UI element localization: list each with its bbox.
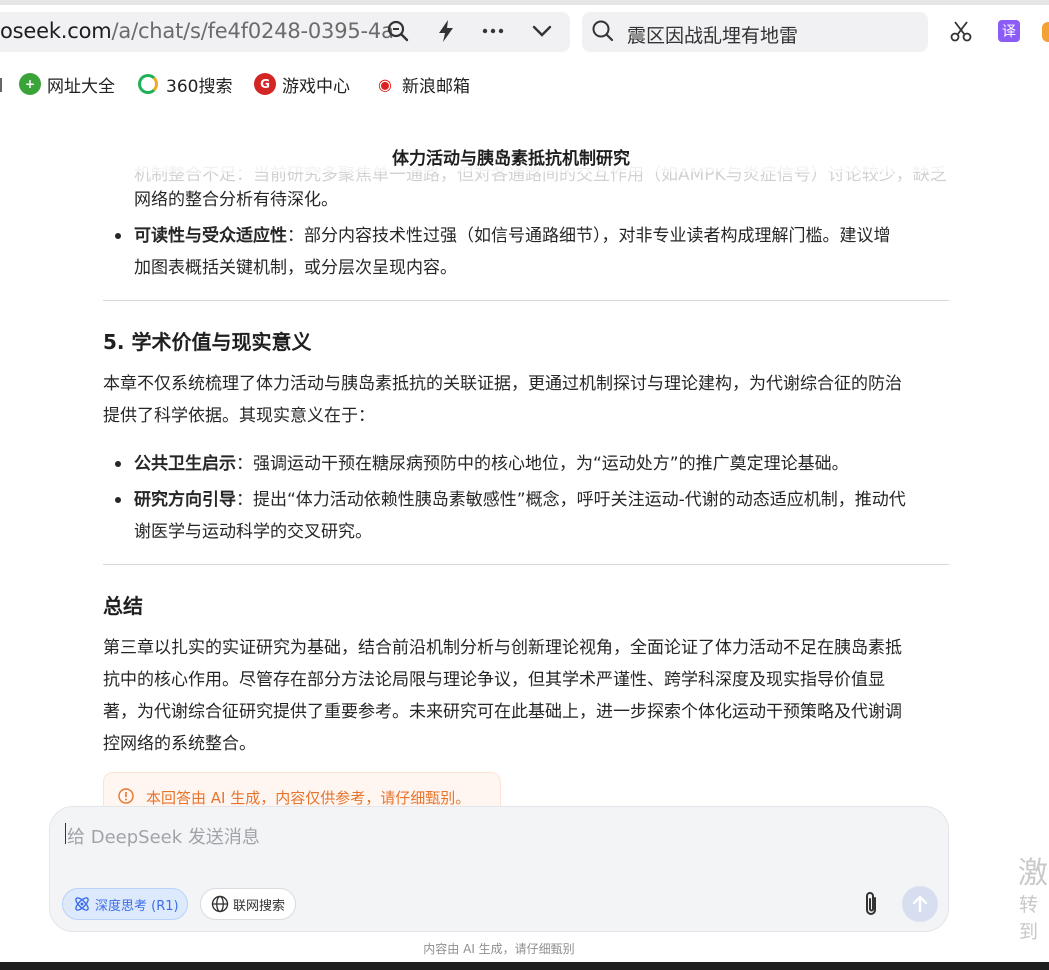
translate-icon[interactable]: 译 xyxy=(996,18,1022,44)
info-icon xyxy=(118,788,134,804)
list-item: 公共卫生启示：强调运动干预在糖尿病预防中的核心地位，为“运动处方”的推广奠定理论… xyxy=(134,448,849,480)
list-item-text: ：部分内容技术性过强（如信号通路细节），对非专业读者构成理解门槛。建议增 xyxy=(287,226,891,246)
search-query[interactable]: 震区因战乱埋有地雷 xyxy=(627,21,798,48)
bullet-dot xyxy=(115,497,121,503)
more-options-icon[interactable] xyxy=(480,18,506,44)
bookmark-label: 360搜索 xyxy=(166,76,233,97)
attachment-icon[interactable] xyxy=(858,889,886,919)
paragraph-line: 控网络的系统整合。 xyxy=(103,734,256,754)
paragraph-line: 著，为代谢综合征研究提供了重要参考。未来研究可在此基础上，进一步探索个体化运动干… xyxy=(103,702,902,722)
activation-watermark: 激 xyxy=(1018,856,1048,891)
url-path: /a/chat/s/fe4f0248-0395-4a xyxy=(111,19,394,43)
address-url[interactable]: oseek.com/a/chat/s/fe4f0248-0395-4a xyxy=(0,19,394,43)
chevron-down-icon[interactable] xyxy=(529,18,555,44)
bullet-dot xyxy=(115,461,121,467)
paragraph-line: 提供了科学依据。其现实意义在于： xyxy=(103,406,375,426)
globe-icon xyxy=(211,895,229,913)
text-cursor xyxy=(65,823,66,844)
bookmark-item[interactable]: G 游戏中心 xyxy=(254,72,350,97)
web-search-button[interactable]: 联网搜索 xyxy=(200,888,296,920)
arrow-up-icon xyxy=(912,895,928,913)
list-item-continuation: 谢医学与运动科学的交叉研究。 xyxy=(134,522,372,542)
footer-note: 内容由 AI 生成，请仔细甄别 xyxy=(423,942,575,956)
paragraph-line: 网络的整合分析有待深化。 xyxy=(134,190,338,210)
web-search-label: 联网搜索 xyxy=(233,898,286,914)
deep-think-button[interactable]: 深度思考 (R1) xyxy=(62,888,188,920)
toolbar-top-edge xyxy=(0,0,1049,5)
lightning-icon[interactable] xyxy=(433,18,459,44)
plus-globe-icon: + xyxy=(19,73,41,95)
bookmark-label: 新浪邮箱 xyxy=(402,76,470,97)
list-item-title: 公共卫生启示 xyxy=(134,454,236,474)
translate-label: 译 xyxy=(998,20,1020,42)
bookmark-item[interactable]: ◉ 新浪邮箱 xyxy=(374,72,470,97)
divider xyxy=(103,300,949,301)
section-heading: 5. 学术价值与现实意义 xyxy=(103,330,312,354)
bookmark-label: 游戏中心 xyxy=(282,76,350,97)
list-item-title: 研究方向引导 xyxy=(134,490,236,510)
divider xyxy=(103,564,949,565)
paragraph-line: 本章不仅系统梳理了体力活动与胰岛素抵抗的关联证据，更通过机制探讨与理论建构，为代… xyxy=(103,374,902,394)
search-360-icon xyxy=(138,74,158,94)
bookmark-item[interactable]: + 网址大全 xyxy=(19,72,115,97)
list-item-text: ：提出“体力活动依赖性胰岛素敏感性”概念，呼吁关注运动-代谢的动态适应机制，推动… xyxy=(236,490,906,510)
activation-watermark-sub: 转到 xyxy=(1019,894,1039,943)
send-button[interactable] xyxy=(902,886,938,922)
atom-icon xyxy=(73,895,91,913)
paragraph-line: 第三章以扎实的实证研究为基础，结合前沿机制分析与创新理论视角，全面论证了体力活动… xyxy=(103,638,902,658)
taskbar-edge xyxy=(0,962,1049,970)
paragraph-line: 抗中的核心作用。尽管存在部分方法论局限与理论争议，但其学术严谨性、跨学科深度及现… xyxy=(103,670,885,690)
page-title: 体力活动与胰岛素抵抗机制研究 xyxy=(392,149,630,169)
extension-icon[interactable] xyxy=(1042,22,1049,42)
search-icon xyxy=(590,18,616,44)
zoom-search-icon[interactable] xyxy=(385,18,411,44)
message-placeholder: 给 DeepSeek 发送消息 xyxy=(67,827,260,848)
list-item: 研究方向引导：提出“体力活动依赖性胰岛素敏感性”概念，呼吁关注运动-代谢的动态适… xyxy=(134,484,906,516)
bookmark-label: 网址大全 xyxy=(47,76,115,97)
bookmark-overflow-edge xyxy=(0,78,2,92)
list-item-text: ：强调运动干预在糖尿病预防中的核心地位，为“运动处方”的推广奠定理论基础。 xyxy=(236,454,849,474)
deep-think-label: 深度思考 (R1) xyxy=(95,898,179,914)
weibo-icon: ◉ xyxy=(374,73,396,95)
disclaimer-text: 本回答由 AI 生成，内容仅供参考，请仔细甄别。 xyxy=(146,789,471,807)
bookmarks-bar: + 网址大全 360搜索 G 游戏中心 ◉ 新浪邮箱 xyxy=(0,68,1049,100)
scissors-icon[interactable] xyxy=(948,18,974,44)
bookmark-item[interactable]: 360搜索 xyxy=(138,72,233,97)
url-domain: oseek.com xyxy=(0,19,112,43)
list-item-title: 可读性与受众适应性 xyxy=(134,226,287,246)
list-item-continuation: 加图表概括关键机制，或分层次呈现内容。 xyxy=(134,258,457,278)
browser-toolbar: oseek.com/a/chat/s/fe4f0248-0395-4a 震区因战… xyxy=(0,0,1049,64)
section-heading: 总结 xyxy=(103,594,143,618)
game-center-icon: G xyxy=(254,73,276,95)
list-item: 可读性与受众适应性：部分内容技术性过强（如信号通路细节），对非专业读者构成理解门… xyxy=(134,220,891,252)
bullet-dot xyxy=(115,233,121,239)
